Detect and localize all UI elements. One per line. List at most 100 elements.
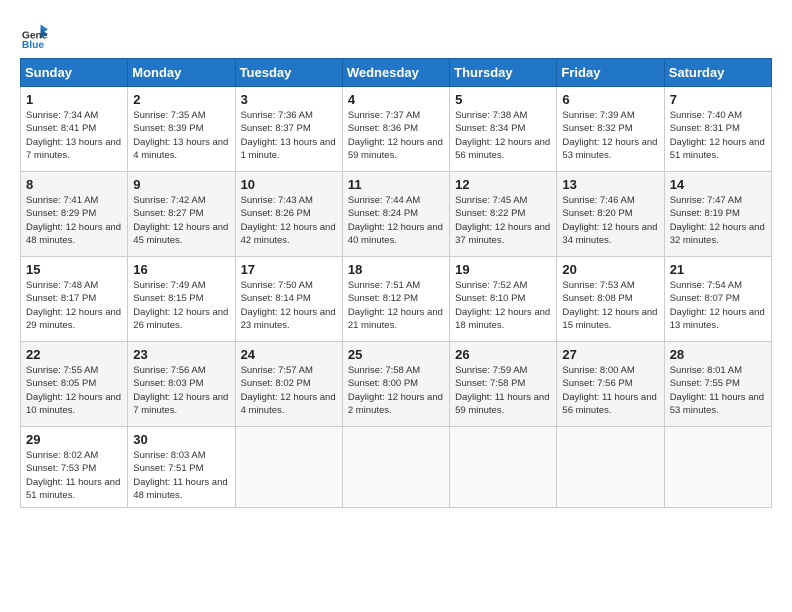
page-header: General Blue [20,20,772,48]
day-number: 8 [26,177,122,192]
svg-text:Blue: Blue [22,40,45,48]
table-cell: 6 Sunrise: 7:39 AM Sunset: 8:32 PM Dayli… [557,87,664,172]
table-cell: 8 Sunrise: 7:41 AM Sunset: 8:29 PM Dayli… [21,172,128,257]
day-number: 2 [133,92,229,107]
table-cell: 9 Sunrise: 7:42 AM Sunset: 8:27 PM Dayli… [128,172,235,257]
day-number: 21 [670,262,766,277]
table-cell: 13 Sunrise: 7:46 AM Sunset: 8:20 PM Dayl… [557,172,664,257]
day-info: Sunrise: 7:36 AM Sunset: 8:37 PM Dayligh… [241,109,337,162]
table-cell: 28 Sunrise: 8:01 AM Sunset: 7:55 PM Dayl… [664,342,771,427]
day-number: 16 [133,262,229,277]
day-number: 15 [26,262,122,277]
table-cell: 17 Sunrise: 7:50 AM Sunset: 8:14 PM Dayl… [235,257,342,342]
day-number: 14 [670,177,766,192]
table-cell [664,427,771,508]
day-number: 7 [670,92,766,107]
table-cell: 21 Sunrise: 7:54 AM Sunset: 8:07 PM Dayl… [664,257,771,342]
day-number: 18 [348,262,444,277]
day-number: 12 [455,177,551,192]
day-number: 25 [348,347,444,362]
table-cell: 27 Sunrise: 8:00 AM Sunset: 7:56 PM Dayl… [557,342,664,427]
day-info: Sunrise: 7:48 AM Sunset: 8:17 PM Dayligh… [26,279,122,332]
day-number: 11 [348,177,444,192]
table-cell: 5 Sunrise: 7:38 AM Sunset: 8:34 PM Dayli… [450,87,557,172]
day-number: 29 [26,432,122,447]
col-friday: Friday [557,59,664,87]
table-cell [557,427,664,508]
table-cell: 4 Sunrise: 7:37 AM Sunset: 8:36 PM Dayli… [342,87,449,172]
day-info: Sunrise: 7:47 AM Sunset: 8:19 PM Dayligh… [670,194,766,247]
day-number: 20 [562,262,658,277]
table-cell: 7 Sunrise: 7:40 AM Sunset: 8:31 PM Dayli… [664,87,771,172]
day-number: 23 [133,347,229,362]
table-cell [450,427,557,508]
table-cell: 29 Sunrise: 8:02 AM Sunset: 7:53 PM Dayl… [21,427,128,508]
table-cell: 12 Sunrise: 7:45 AM Sunset: 8:22 PM Dayl… [450,172,557,257]
day-number: 30 [133,432,229,447]
day-info: Sunrise: 7:59 AM Sunset: 7:58 PM Dayligh… [455,364,551,417]
col-wednesday: Wednesday [342,59,449,87]
day-number: 10 [241,177,337,192]
table-cell: 3 Sunrise: 7:36 AM Sunset: 8:37 PM Dayli… [235,87,342,172]
col-monday: Monday [128,59,235,87]
day-info: Sunrise: 7:57 AM Sunset: 8:02 PM Dayligh… [241,364,337,417]
table-cell: 20 Sunrise: 7:53 AM Sunset: 8:08 PM Dayl… [557,257,664,342]
col-saturday: Saturday [664,59,771,87]
table-cell: 16 Sunrise: 7:49 AM Sunset: 8:15 PM Dayl… [128,257,235,342]
table-cell: 18 Sunrise: 7:51 AM Sunset: 8:12 PM Dayl… [342,257,449,342]
day-info: Sunrise: 7:55 AM Sunset: 8:05 PM Dayligh… [26,364,122,417]
day-number: 27 [562,347,658,362]
logo-icon: General Blue [20,20,48,48]
header-row: Sunday Monday Tuesday Wednesday Thursday… [21,59,772,87]
day-info: Sunrise: 7:40 AM Sunset: 8:31 PM Dayligh… [670,109,766,162]
col-tuesday: Tuesday [235,59,342,87]
day-info: Sunrise: 7:50 AM Sunset: 8:14 PM Dayligh… [241,279,337,332]
day-info: Sunrise: 7:54 AM Sunset: 8:07 PM Dayligh… [670,279,766,332]
day-info: Sunrise: 7:38 AM Sunset: 8:34 PM Dayligh… [455,109,551,162]
table-cell: 24 Sunrise: 7:57 AM Sunset: 8:02 PM Dayl… [235,342,342,427]
day-info: Sunrise: 8:00 AM Sunset: 7:56 PM Dayligh… [562,364,658,417]
table-cell: 15 Sunrise: 7:48 AM Sunset: 8:17 PM Dayl… [21,257,128,342]
table-cell: 22 Sunrise: 7:55 AM Sunset: 8:05 PM Dayl… [21,342,128,427]
day-info: Sunrise: 7:43 AM Sunset: 8:26 PM Dayligh… [241,194,337,247]
day-number: 4 [348,92,444,107]
calendar-table: Sunday Monday Tuesday Wednesday Thursday… [20,58,772,508]
day-number: 19 [455,262,551,277]
table-cell: 19 Sunrise: 7:52 AM Sunset: 8:10 PM Dayl… [450,257,557,342]
day-info: Sunrise: 8:01 AM Sunset: 7:55 PM Dayligh… [670,364,766,417]
col-sunday: Sunday [21,59,128,87]
day-info: Sunrise: 7:46 AM Sunset: 8:20 PM Dayligh… [562,194,658,247]
day-number: 9 [133,177,229,192]
day-info: Sunrise: 7:51 AM Sunset: 8:12 PM Dayligh… [348,279,444,332]
day-number: 24 [241,347,337,362]
day-info: Sunrise: 7:41 AM Sunset: 8:29 PM Dayligh… [26,194,122,247]
day-info: Sunrise: 7:34 AM Sunset: 8:41 PM Dayligh… [26,109,122,162]
day-number: 22 [26,347,122,362]
table-cell: 26 Sunrise: 7:59 AM Sunset: 7:58 PM Dayl… [450,342,557,427]
day-info: Sunrise: 7:45 AM Sunset: 8:22 PM Dayligh… [455,194,551,247]
day-number: 5 [455,92,551,107]
day-info: Sunrise: 7:49 AM Sunset: 8:15 PM Dayligh… [133,279,229,332]
day-info: Sunrise: 8:03 AM Sunset: 7:51 PM Dayligh… [133,449,229,502]
day-number: 6 [562,92,658,107]
day-info: Sunrise: 7:53 AM Sunset: 8:08 PM Dayligh… [562,279,658,332]
table-cell: 25 Sunrise: 7:58 AM Sunset: 8:00 PM Dayl… [342,342,449,427]
day-info: Sunrise: 7:39 AM Sunset: 8:32 PM Dayligh… [562,109,658,162]
day-number: 3 [241,92,337,107]
table-cell: 2 Sunrise: 7:35 AM Sunset: 8:39 PM Dayli… [128,87,235,172]
table-cell: 14 Sunrise: 7:47 AM Sunset: 8:19 PM Dayl… [664,172,771,257]
day-info: Sunrise: 8:02 AM Sunset: 7:53 PM Dayligh… [26,449,122,502]
day-number: 13 [562,177,658,192]
day-number: 1 [26,92,122,107]
day-info: Sunrise: 7:44 AM Sunset: 8:24 PM Dayligh… [348,194,444,247]
day-number: 26 [455,347,551,362]
day-info: Sunrise: 7:52 AM Sunset: 8:10 PM Dayligh… [455,279,551,332]
day-info: Sunrise: 7:56 AM Sunset: 8:03 PM Dayligh… [133,364,229,417]
day-number: 28 [670,347,766,362]
day-info: Sunrise: 7:35 AM Sunset: 8:39 PM Dayligh… [133,109,229,162]
day-info: Sunrise: 7:37 AM Sunset: 8:36 PM Dayligh… [348,109,444,162]
table-cell: 10 Sunrise: 7:43 AM Sunset: 8:26 PM Dayl… [235,172,342,257]
day-info: Sunrise: 7:58 AM Sunset: 8:00 PM Dayligh… [348,364,444,417]
logo: General Blue [20,20,52,48]
day-info: Sunrise: 7:42 AM Sunset: 8:27 PM Dayligh… [133,194,229,247]
